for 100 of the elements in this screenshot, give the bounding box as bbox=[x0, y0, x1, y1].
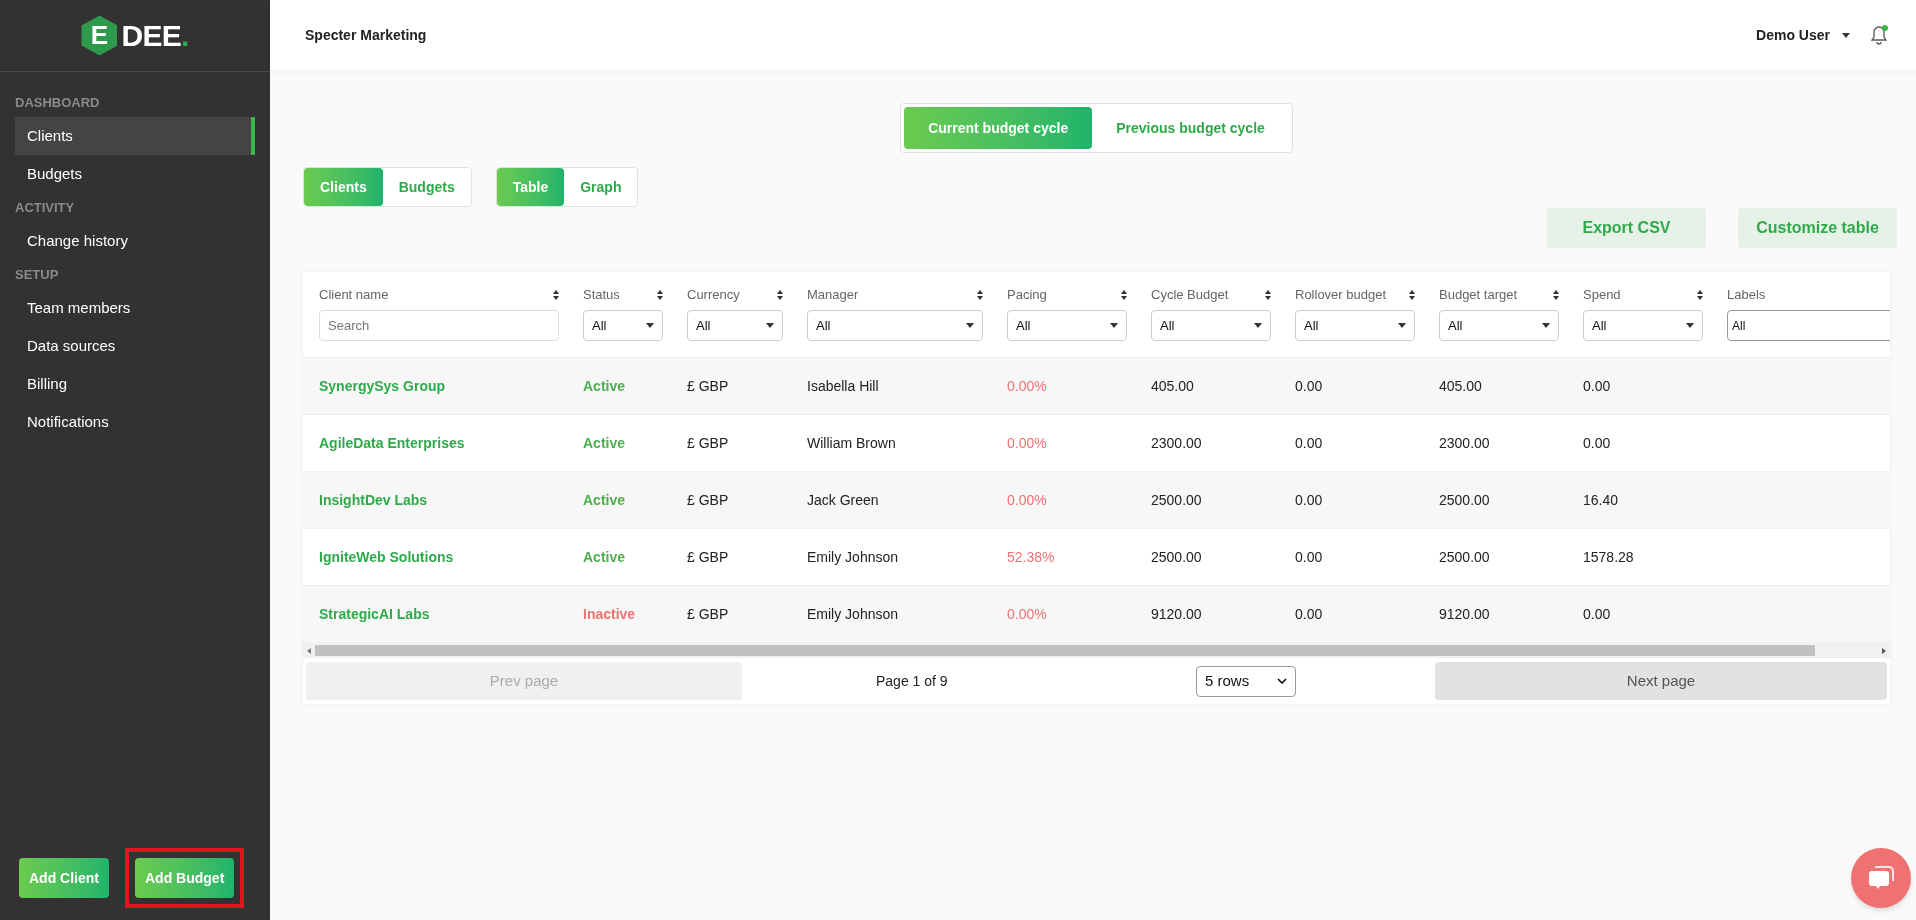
next-page-button[interactable]: Next page bbox=[1435, 662, 1887, 700]
table-cell: 0.00 bbox=[1295, 435, 1323, 451]
caret-icon bbox=[1542, 323, 1550, 328]
sort-icon[interactable] bbox=[553, 290, 559, 300]
caret-icon bbox=[1254, 323, 1262, 328]
nav-item[interactable]: Billing bbox=[15, 365, 255, 403]
table-cell: £ GBP bbox=[687, 435, 729, 451]
table-cell: 0.00 bbox=[1295, 606, 1323, 622]
table-cell: Jack Green bbox=[807, 492, 879, 508]
table-cell: 0.00% bbox=[1007, 435, 1047, 451]
bell-icon[interactable] bbox=[1870, 25, 1888, 45]
status-text: Active bbox=[583, 435, 626, 451]
column-header: Pacing bbox=[1007, 286, 1047, 305]
table-cell: 2500.00 bbox=[1439, 492, 1490, 508]
section-heading: DASHBOARD bbox=[15, 93, 101, 112]
status-text: Active bbox=[583, 549, 626, 565]
table-cell: 0.00% bbox=[1007, 492, 1047, 508]
table-cell: £ GBP bbox=[687, 606, 729, 622]
table-cell: 2500.00 bbox=[1439, 549, 1490, 565]
column-header: Client name bbox=[319, 286, 389, 305]
filter-dropdown[interactable]: All bbox=[1295, 310, 1415, 341]
nav-item[interactable]: Team members bbox=[15, 289, 255, 327]
caret-icon bbox=[766, 323, 774, 328]
nav-item[interactable]: Clients bbox=[15, 117, 255, 155]
column-header: Manager bbox=[807, 286, 859, 305]
table-cell: £ GBP bbox=[687, 378, 729, 394]
scroll-left-icon[interactable] bbox=[307, 647, 311, 654]
table-cell: 9120.00 bbox=[1439, 606, 1490, 622]
column-header: Budget target bbox=[1439, 286, 1518, 305]
sort-icon[interactable] bbox=[1697, 290, 1703, 300]
table-cell: 0.00 bbox=[1295, 549, 1323, 565]
user-menu[interactable]: Demo User bbox=[1756, 24, 1850, 46]
nav-item[interactable]: Change history bbox=[15, 222, 255, 260]
table-cell: Isabella Hill bbox=[807, 378, 879, 394]
column-header: Currency bbox=[687, 286, 740, 305]
caret-icon bbox=[646, 323, 654, 328]
filter-dropdown[interactable]: All bbox=[583, 310, 663, 341]
filter-dropdown[interactable]: All bbox=[1439, 310, 1559, 341]
table-cell: 0.00 bbox=[1583, 606, 1611, 622]
chevron-icon bbox=[1277, 678, 1287, 684]
nav-item[interactable]: Data sources bbox=[15, 327, 255, 365]
sort-icon[interactable] bbox=[1409, 290, 1415, 300]
sort-icon[interactable] bbox=[657, 290, 663, 300]
rows-dropdown[interactable]: 5 rows bbox=[1196, 665, 1296, 697]
table-cell: 9120.00 bbox=[1151, 606, 1202, 622]
sort-icon[interactable] bbox=[1265, 290, 1271, 300]
caret-icon bbox=[1686, 323, 1694, 328]
chat-button[interactable] bbox=[1851, 848, 1911, 908]
filter-dropdown[interactable]: All bbox=[1007, 310, 1127, 341]
company-name: Specter Marketing bbox=[305, 25, 427, 45]
table-cell: 405.00 bbox=[1151, 378, 1194, 394]
page-indicator: Page 1 of 9 bbox=[876, 671, 948, 691]
table-cell: 0.00% bbox=[1007, 378, 1047, 394]
caret-icon bbox=[966, 323, 974, 328]
table-cell: 0.00 bbox=[1583, 435, 1611, 451]
table-cell: 2500.00 bbox=[1151, 492, 1202, 508]
table-cell: 0.00% bbox=[1007, 606, 1047, 622]
status-text: Active bbox=[583, 492, 626, 508]
horizontal-scrollbar[interactable] bbox=[303, 643, 1890, 658]
column-header: Labels bbox=[1727, 286, 1766, 305]
table-cell: 1578.28 bbox=[1583, 549, 1634, 565]
table-cell: 0.00 bbox=[1295, 378, 1323, 394]
table-cell: 16.40 bbox=[1583, 492, 1619, 508]
sort-icon[interactable] bbox=[777, 290, 783, 300]
caret-icon bbox=[1398, 323, 1406, 328]
table-cell: William Brown bbox=[807, 435, 896, 451]
table-cell: £ GBP bbox=[687, 549, 729, 565]
table-cell: 405.00 bbox=[1439, 378, 1482, 394]
filter-dropdown[interactable]: All bbox=[807, 310, 983, 341]
sort-icon[interactable] bbox=[1121, 290, 1127, 300]
table-cell: £ GBP bbox=[687, 492, 729, 508]
table-cell: Emily Johnson bbox=[807, 606, 899, 622]
section-heading: SETUP bbox=[15, 265, 60, 284]
scroll-right-icon[interactable] bbox=[1882, 647, 1886, 654]
table-cell: 2300.00 bbox=[1439, 435, 1490, 451]
column-header: Rollover budget bbox=[1295, 286, 1387, 305]
sort-icon[interactable] bbox=[1553, 290, 1559, 300]
filter-dropdown[interactable]: All bbox=[1151, 310, 1271, 341]
status-text: Inactive bbox=[583, 606, 636, 622]
filter-dropdown[interactable]: All bbox=[1583, 310, 1703, 341]
caret-icon bbox=[1842, 32, 1850, 38]
table-cell: 52.38% bbox=[1007, 549, 1055, 565]
status-text: Active bbox=[583, 378, 626, 394]
table-cell: 2500.00 bbox=[1151, 549, 1202, 565]
sort-icon[interactable] bbox=[977, 290, 983, 300]
table-cell: Emily Johnson bbox=[807, 549, 899, 565]
table-cell: 2300.00 bbox=[1151, 435, 1202, 451]
nav-item[interactable]: Notifications bbox=[15, 403, 255, 441]
filter-dropdown[interactable]: All bbox=[687, 310, 783, 341]
column-header: Status bbox=[583, 286, 620, 305]
nav-item[interactable]: Budgets bbox=[15, 155, 255, 193]
table-cell: 0.00 bbox=[1583, 378, 1611, 394]
column-header: Spend bbox=[1583, 286, 1621, 305]
column-header: Cycle Budget bbox=[1151, 286, 1229, 305]
table-cell: 0.00 bbox=[1295, 492, 1323, 508]
filter-field[interactable]: All bbox=[1727, 310, 1890, 341]
section-heading: ACTIVITY bbox=[15, 198, 76, 217]
caret-icon bbox=[1110, 323, 1118, 328]
chat-icon bbox=[1867, 865, 1895, 891]
search-field[interactable]: Search bbox=[319, 310, 559, 341]
